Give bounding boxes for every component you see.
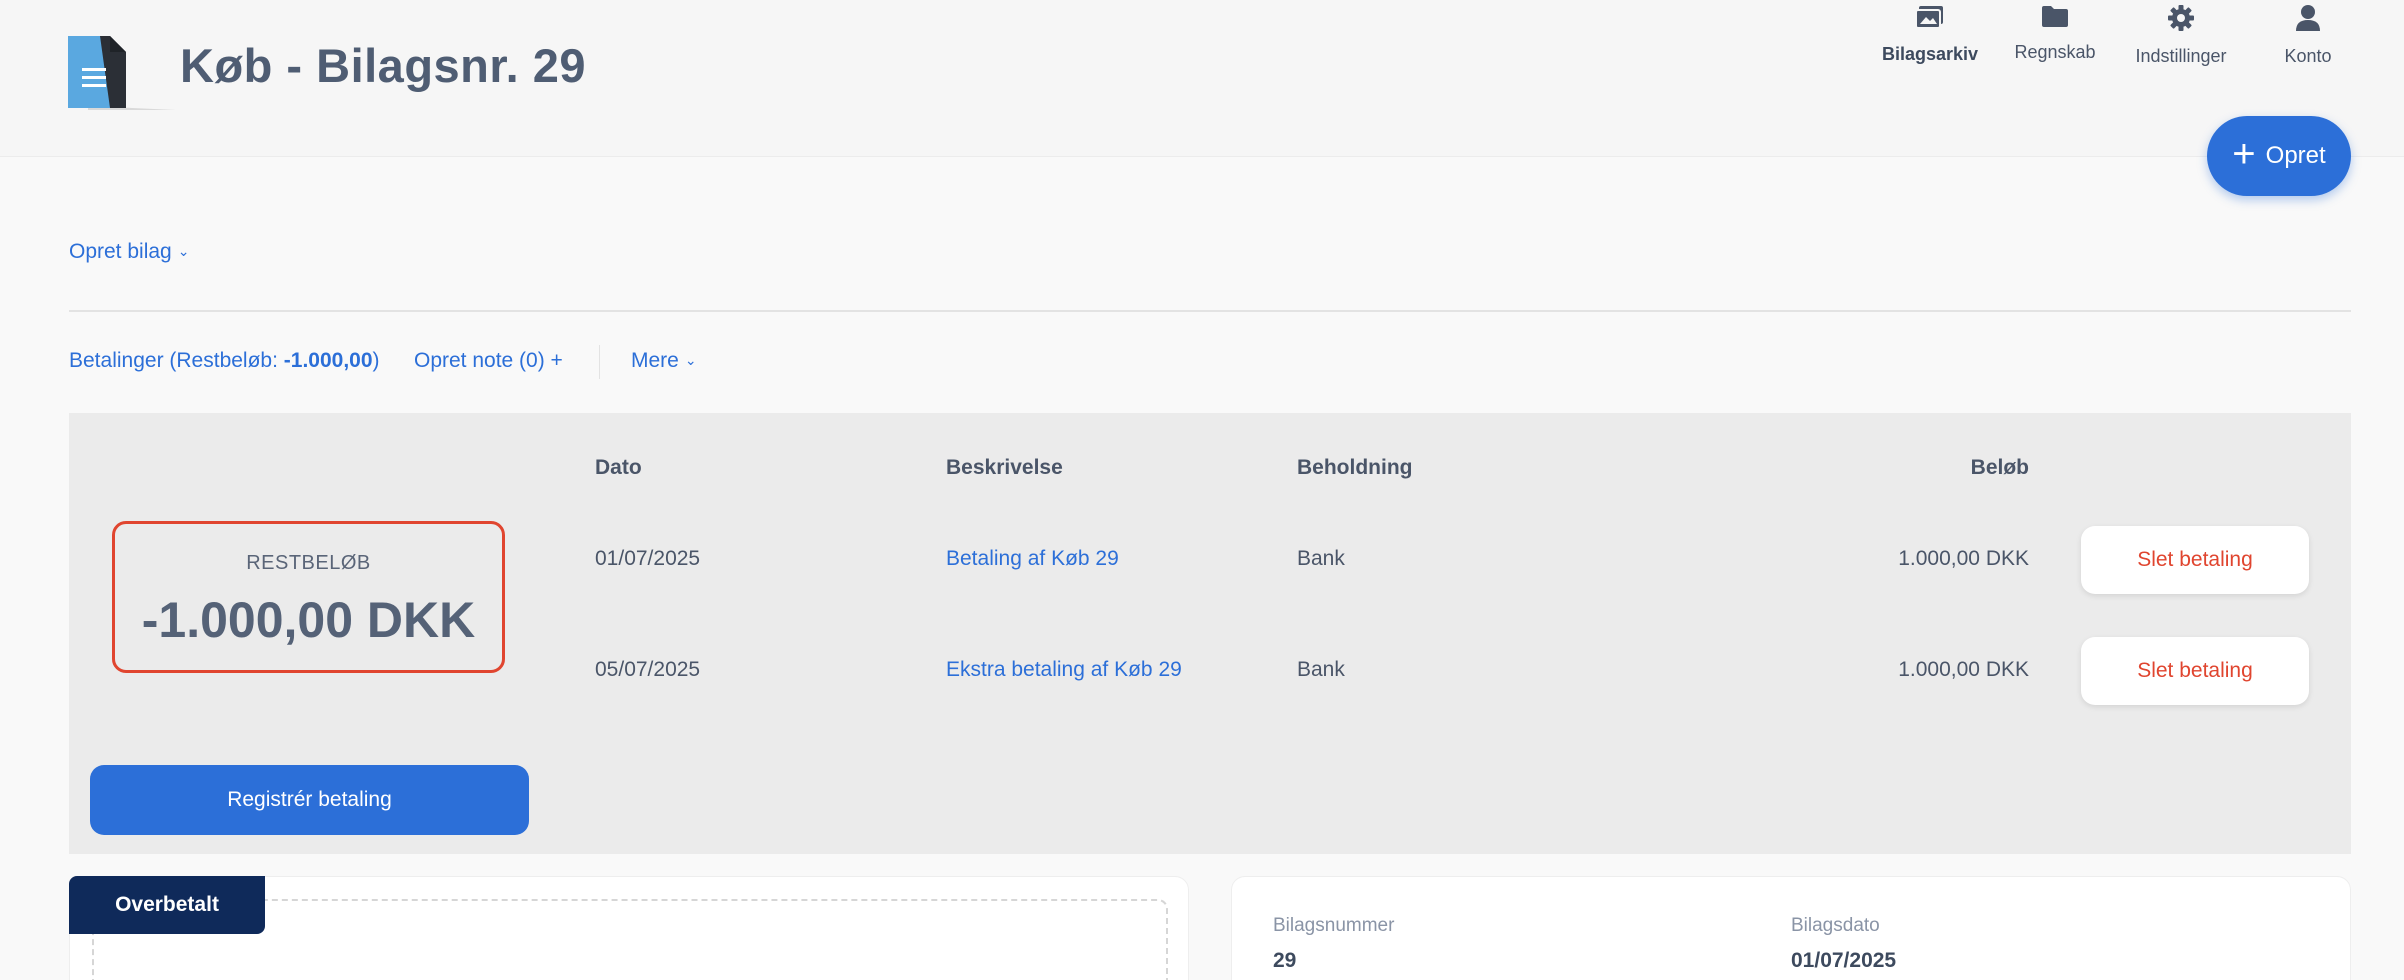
tab-payments-suffix: ) [372,349,380,372]
voucher-date-label: Bilagsdato [1791,915,1880,936]
payment-amount: 1.000,00 DKK [1898,658,2029,681]
delete-payment-button[interactable]: Slet betaling [2081,526,2309,594]
payment-account: Bank [1297,658,1345,681]
gear-icon [2168,5,2194,31]
status-badge: Overbetalt [69,876,265,934]
folder-icon [2042,6,2068,27]
nav-bilagsarkiv[interactable]: Bilagsarkiv [1882,0,1978,80]
document-icon [68,36,176,110]
payment-account: Bank [1297,547,1345,570]
tab-separator [599,345,600,379]
create-voucher-label: Opret bilag [69,240,172,263]
photo-archive-icon [1915,6,1943,29]
tab-more[interactable]: Mere ⌄ [631,349,697,373]
tab-more-label: Mere [631,349,679,372]
tab-payments[interactable]: Betalinger (Restbeløb: -1.000,00) [69,349,380,373]
nav-label-regnskab: Regnskab [2014,42,2096,62]
column-header-amount: Beløb [1970,456,2029,479]
nav-regnskab[interactable]: Regnskab [2012,0,2098,80]
payment-amount: 1.000,00 DKK [1898,547,2029,570]
payment-description-link[interactable]: Ekstra betaling af Køb 29 [946,658,1182,682]
delete-payment-button[interactable]: Slet betaling [2081,637,2309,705]
voucher-details-card: Bilagsnummer 29 Bilagsdato 01/07/2025 [1231,876,2351,980]
payment-date: 01/07/2025 [595,547,701,570]
tab-payments-amount: -1.000,00 [283,349,373,372]
create-button[interactable]: + Opret [2207,116,2351,196]
payment-date: 05/07/2025 [595,658,701,681]
remaining-amount-box: RESTBELØB -1.000,00 DKK [112,521,505,673]
plus-icon: + [2232,132,2256,176]
payments-panel: RESTBELØB -1.000,00 DKK Dato Beskrivelse… [69,413,2351,854]
tab-payments-prefix: Betalinger (Restbeløb: [69,349,284,372]
section-divider [69,310,2351,312]
remaining-label: RESTBELØB [246,552,371,574]
create-voucher-dropdown[interactable]: Opret bilag ⌄ [69,240,189,264]
column-header-description: Beskrivelse [946,456,1063,479]
nav-label-konto: Konto [2284,46,2332,66]
create-button-label: Opret [2265,142,2326,169]
voucher-number-value: 29 [1273,949,1297,972]
column-header-date: Dato [595,456,642,479]
user-icon [2296,5,2320,31]
page-title: Køb - Bilagsnr. 29 [180,39,586,92]
nav-label-bilagsarkiv: Bilagsarkiv [1882,44,1979,64]
payment-description-link[interactable]: Betaling af Køb 29 [946,547,1119,571]
chevron-down-icon: ⌄ [684,352,697,368]
nav-konto[interactable]: Konto [2264,0,2352,80]
app-header: Køb - Bilagsnr. 29 Bilagsarkiv Regnskab [0,0,2404,157]
register-payment-button[interactable]: Registrér betaling [90,765,529,835]
voucher-date-value: 01/07/2025 [1791,949,1897,972]
tab-create-note[interactable]: Opret note (0) + [414,349,563,373]
chevron-down-icon: ⌄ [177,243,190,259]
nav-indstillinger[interactable]: Indstillinger [2128,0,2234,80]
voucher-number-label: Bilagsnummer [1273,915,1395,936]
remaining-value: -1.000,00 DKK [141,592,476,648]
column-header-account: Beholdning [1297,456,1413,479]
nav-label-indstillinger: Indstillinger [2135,46,2227,66]
